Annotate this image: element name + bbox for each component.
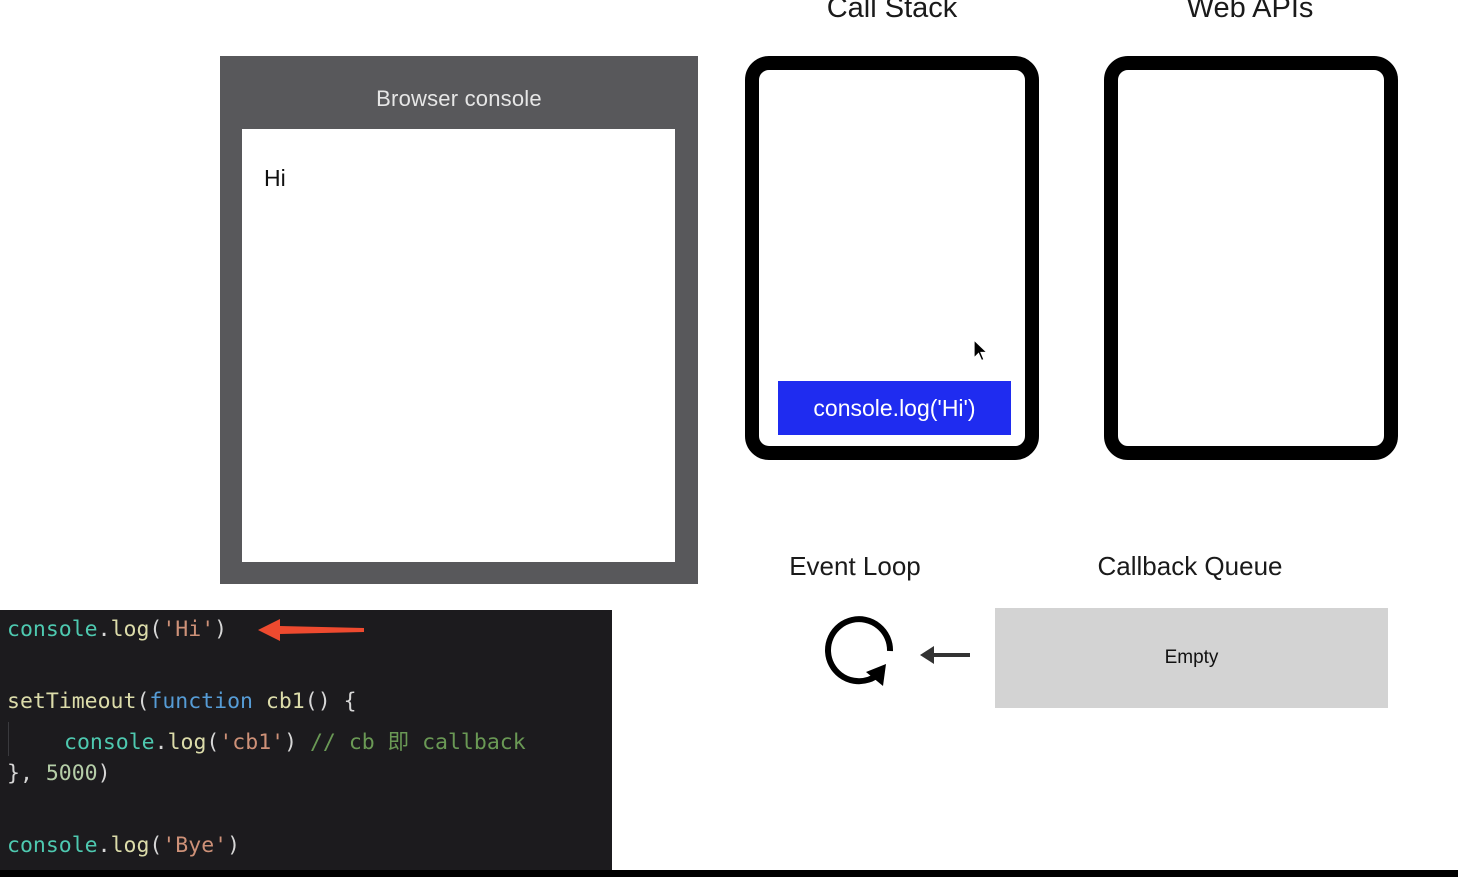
code-token: console xyxy=(7,617,98,642)
code-line-close-timeout: }, 5000) xyxy=(7,761,111,786)
code-editor-panel: console.log('Hi') setTimeout(function cb… xyxy=(0,610,612,877)
code-token: ( xyxy=(149,833,163,858)
code-comment: // cb 即 callback xyxy=(297,730,526,755)
code-token: ( xyxy=(149,617,163,642)
call-stack-item: console.log('Hi') xyxy=(778,381,1011,435)
code-token: ) xyxy=(284,730,298,755)
code-token: log xyxy=(110,833,150,858)
code-token: . xyxy=(97,617,111,642)
code-token: ( xyxy=(206,730,220,755)
code-token: ) xyxy=(97,761,111,786)
indent-guide xyxy=(8,722,9,756)
code-token: ) xyxy=(227,833,241,858)
code-token: console xyxy=(7,833,98,858)
code-token: ) xyxy=(214,617,228,642)
left-arrow-icon xyxy=(920,646,970,664)
code-token: () { xyxy=(304,689,357,714)
current-line-arrow-icon xyxy=(258,619,364,641)
code-token: setTimeout xyxy=(7,689,137,714)
code-token: log xyxy=(110,617,150,642)
code-line-console-log-bye: console.log('Bye') xyxy=(7,833,240,858)
code-token: . xyxy=(97,833,111,858)
callback-queue-box: Empty xyxy=(995,608,1388,708)
web-apis-frame xyxy=(1104,56,1398,460)
code-line-console-log-cb1: console.log('cb1') // cb 即 callback xyxy=(64,725,526,756)
code-token: ( xyxy=(136,689,150,714)
event-loop-heading: Event Loop xyxy=(789,551,921,581)
code-token: 5000 xyxy=(45,761,98,786)
code-token: function xyxy=(149,689,253,714)
code-token: }, xyxy=(7,761,46,786)
call-stack-heading: Call Stack xyxy=(826,0,958,24)
code-token: 'Hi' xyxy=(162,617,215,642)
code-line-console-log-hi: console.log('Hi') xyxy=(7,617,227,642)
callback-queue-heading: Callback Queue xyxy=(1097,551,1283,581)
refresh-loop-icon xyxy=(825,616,894,686)
code-token: console xyxy=(64,730,155,755)
code-token: log xyxy=(167,730,207,755)
code-token: cb1 xyxy=(252,689,305,714)
mouse-cursor-icon xyxy=(973,338,989,362)
browser-console-title: Browser console xyxy=(376,86,542,111)
web-apis-heading: Web APIs xyxy=(1186,0,1314,24)
browser-console-output-area: Hi xyxy=(242,129,675,562)
code-line-set-timeout: setTimeout(function cb1() { xyxy=(7,689,357,714)
console-output-line: Hi xyxy=(264,165,286,191)
code-token: . xyxy=(154,730,168,755)
code-token: 'cb1' xyxy=(219,730,285,755)
browser-console-panel: Browser console Hi xyxy=(220,56,698,584)
bottom-bar xyxy=(0,870,1458,877)
code-token: 'Bye' xyxy=(162,833,228,858)
